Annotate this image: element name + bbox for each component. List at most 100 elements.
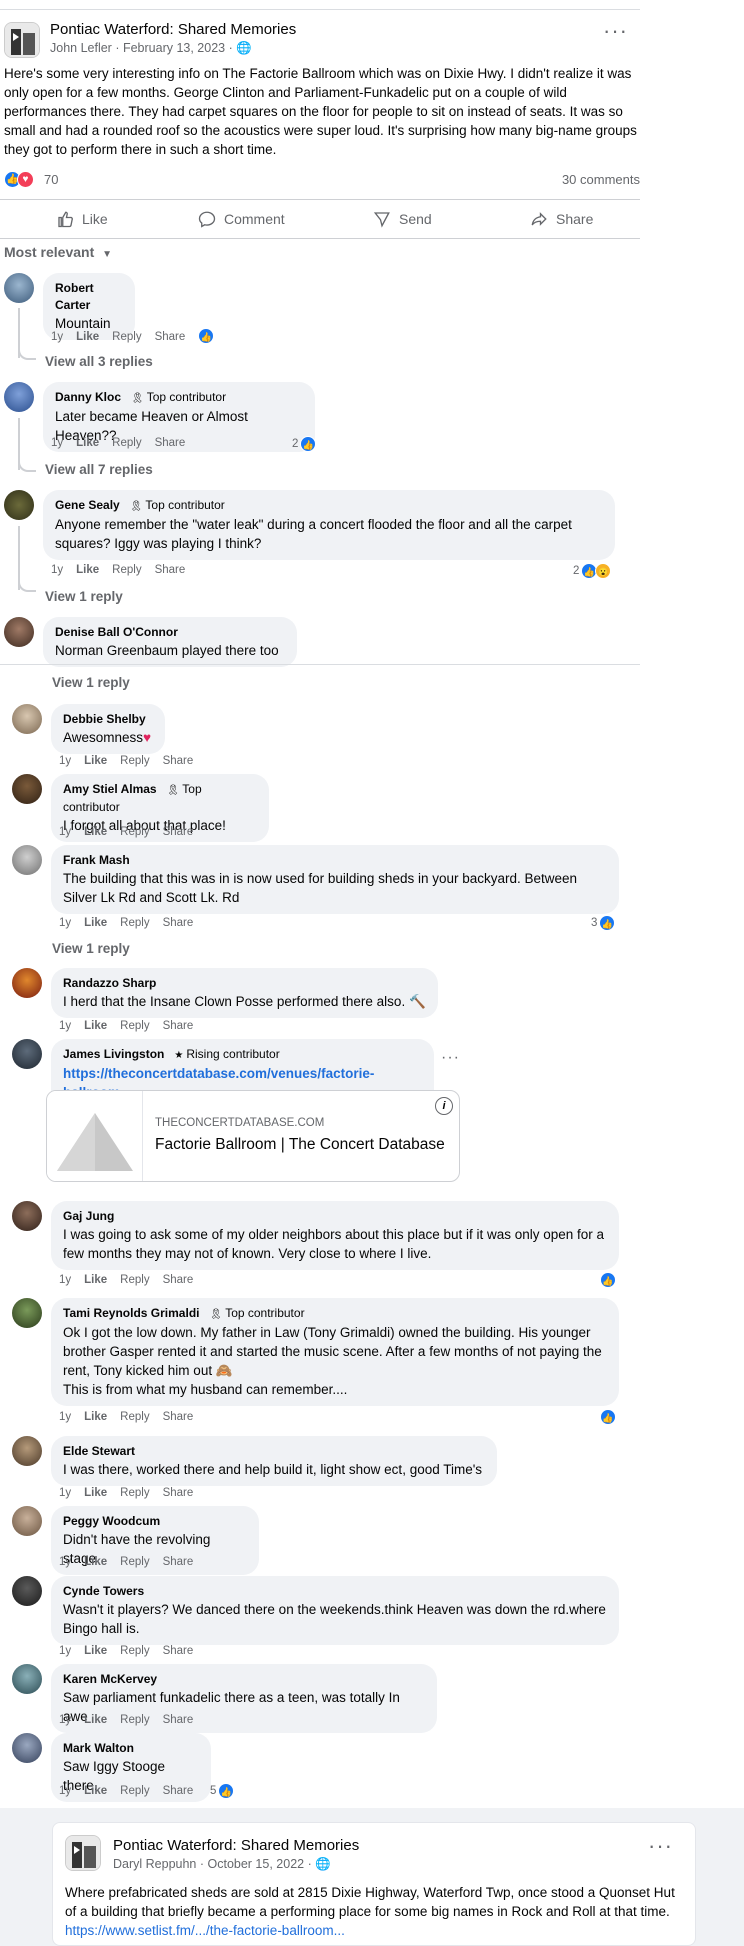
avatar[interactable] bbox=[12, 1201, 42, 1231]
commenter-name[interactable]: Gaj Jung bbox=[63, 1208, 607, 1225]
commenter-name[interactable]: Karen McKervey bbox=[63, 1671, 425, 1688]
share-button[interactable]: Share bbox=[530, 200, 593, 238]
comment-like-button[interactable]: Like bbox=[76, 564, 99, 576]
comment-share-button[interactable]: Share bbox=[163, 1714, 194, 1726]
avatar[interactable] bbox=[4, 382, 34, 412]
commenter-name[interactable]: Danny Kloc 🎗 Top contributor bbox=[55, 389, 303, 407]
comment-time[interactable]: 1y bbox=[59, 1020, 71, 1032]
reaction-count[interactable]: 70 bbox=[44, 172, 58, 187]
comment-like-button[interactable]: Like bbox=[84, 1645, 107, 1657]
comment-like-button[interactable]: Like bbox=[76, 437, 99, 449]
comment-share-button[interactable]: Share bbox=[163, 1487, 194, 1499]
comment-share-button[interactable]: Share bbox=[163, 755, 194, 767]
avatar[interactable] bbox=[4, 273, 34, 303]
comment-reply-button[interactable]: Reply bbox=[112, 564, 141, 576]
avatar[interactable] bbox=[12, 1298, 42, 1328]
comment-share-button[interactable]: Share bbox=[163, 917, 194, 929]
avatar[interactable] bbox=[12, 968, 42, 998]
comment-like-count[interactable]: 👍 bbox=[600, 1409, 616, 1425]
comment-time[interactable]: 1y bbox=[59, 917, 71, 929]
comment-share-button[interactable]: Share bbox=[163, 1274, 194, 1286]
commenter-name[interactable]: James Livingston ★ Rising contributor bbox=[63, 1046, 422, 1064]
comment-time[interactable]: 1y bbox=[51, 437, 63, 449]
view-replies-link[interactable]: View 1 reply bbox=[52, 675, 130, 690]
post-date[interactable]: February 13, 2023 bbox=[123, 41, 225, 55]
comment-reply-button[interactable]: Reply bbox=[120, 1556, 149, 1568]
avatar[interactable] bbox=[12, 774, 42, 804]
link-preview-title[interactable]: Factorie Ballroom | The Concert Database bbox=[155, 1136, 445, 1154]
comment-time[interactable]: 1y bbox=[59, 1411, 71, 1423]
comment-like-count[interactable]: 3 👍 bbox=[591, 915, 616, 931]
comment-reply-button[interactable]: Reply bbox=[120, 1274, 149, 1286]
avatar[interactable] bbox=[12, 1039, 42, 1069]
commenter-name[interactable]: Tami Reynolds Grimaldi 🎗 Top contributor bbox=[63, 1305, 607, 1323]
comment-time[interactable]: 1y bbox=[51, 331, 63, 343]
like-reaction-icon[interactable]: 👍 bbox=[198, 328, 215, 344]
comment-time[interactable]: 1y bbox=[59, 755, 71, 767]
comment-reply-button[interactable]: Reply bbox=[112, 437, 141, 449]
comment-like-button[interactable]: Like bbox=[84, 1274, 107, 1286]
comment-reply-button[interactable]: Reply bbox=[112, 331, 141, 343]
link-preview-card[interactable]: THECONCERTDATABASE.COM Factorie Ballroom… bbox=[46, 1090, 460, 1182]
comment-like-button[interactable]: Like bbox=[84, 755, 107, 767]
comment-like-button[interactable]: Like bbox=[84, 1020, 107, 1032]
info-icon[interactable]: i bbox=[435, 1097, 453, 1115]
commenter-name[interactable]: Cynde Towers bbox=[63, 1583, 607, 1600]
comment-like-button[interactable]: Like bbox=[84, 1556, 107, 1568]
comment-share-button[interactable]: Share bbox=[163, 1411, 194, 1423]
comment-reply-button[interactable]: Reply bbox=[120, 1487, 149, 1499]
like-button[interactable]: Like bbox=[56, 200, 108, 238]
more-options-button[interactable]: ··· bbox=[648, 1835, 673, 1857]
post-date[interactable]: October 15, 2022 bbox=[208, 1857, 305, 1871]
post-author[interactable]: John Lefler bbox=[50, 41, 112, 55]
group-avatar[interactable] bbox=[65, 1835, 101, 1871]
comment-like-button[interactable]: Like bbox=[84, 1714, 107, 1726]
avatar[interactable] bbox=[4, 490, 34, 520]
comment-reply-button[interactable]: Reply bbox=[120, 917, 149, 929]
comment-reply-button[interactable]: Reply bbox=[120, 755, 149, 767]
comment-time[interactable]: 1y bbox=[59, 1645, 71, 1657]
comment-time[interactable]: 1y bbox=[59, 1556, 71, 1568]
group-name[interactable]: Pontiac Waterford: Shared Memories bbox=[113, 1837, 359, 1854]
comment-reply-button[interactable]: Reply bbox=[120, 1785, 149, 1797]
commenter-name[interactable]: Mark Walton bbox=[63, 1740, 199, 1757]
avatar[interactable] bbox=[12, 1664, 42, 1694]
post-author[interactable]: Daryl Reppuhn bbox=[113, 1857, 196, 1871]
commenter-name[interactable]: Frank Mash bbox=[63, 852, 607, 869]
comment-time[interactable]: 1y bbox=[59, 826, 71, 838]
comment-time[interactable]: 1y bbox=[59, 1785, 71, 1797]
comment-more-button[interactable]: ··· bbox=[441, 1050, 732, 1066]
comment-time[interactable]: 1y bbox=[51, 564, 63, 576]
commenter-name[interactable]: Randazzo Sharp bbox=[63, 975, 426, 992]
comment-reply-button[interactable]: Reply bbox=[120, 1411, 149, 1423]
comment-time[interactable]: 1y bbox=[59, 1274, 71, 1286]
avatar[interactable] bbox=[12, 1436, 42, 1466]
comment-share-button[interactable]: Share bbox=[163, 1020, 194, 1032]
reaction-icons[interactable]: 👍 ♥ bbox=[4, 170, 38, 188]
comment-like-count[interactable]: 👍 bbox=[600, 1272, 616, 1288]
avatar[interactable] bbox=[12, 704, 42, 734]
avatar[interactable] bbox=[12, 845, 42, 875]
comment-time[interactable]: 1y bbox=[59, 1487, 71, 1499]
comment-time[interactable]: 1y bbox=[59, 1714, 71, 1726]
comment-reply-button[interactable]: Reply bbox=[120, 1714, 149, 1726]
comment-reply-button[interactable]: Reply bbox=[120, 826, 149, 838]
commenter-name[interactable]: Denise Ball O'Connor bbox=[55, 624, 285, 641]
comment-reply-button[interactable]: Reply bbox=[120, 1645, 149, 1657]
comment-share-button[interactable]: Share bbox=[155, 564, 186, 576]
avatar[interactable] bbox=[12, 1506, 42, 1536]
send-button[interactable]: Send bbox=[373, 200, 432, 238]
comment-like-button[interactable]: Like bbox=[76, 331, 99, 343]
avatar[interactable] bbox=[4, 617, 34, 647]
comment-reply-button[interactable]: Reply bbox=[120, 1020, 149, 1032]
comment-like-count[interactable]: 5 👍 bbox=[210, 1783, 235, 1799]
commenter-name[interactable]: Robert Carter bbox=[55, 280, 123, 314]
comment-like-button[interactable]: Like bbox=[84, 917, 107, 929]
comment-like-button[interactable]: Like bbox=[84, 826, 107, 838]
view-replies-link[interactable]: View 1 reply bbox=[52, 941, 130, 956]
commenter-name[interactable]: Peggy Woodcum bbox=[63, 1513, 247, 1530]
comment-share-button[interactable]: Share bbox=[155, 437, 186, 449]
view-replies-link[interactable]: View 1 reply bbox=[45, 589, 123, 604]
comment-like-count[interactable]: 2 👍 bbox=[292, 436, 317, 452]
comment-button[interactable]: Comment bbox=[198, 200, 285, 238]
